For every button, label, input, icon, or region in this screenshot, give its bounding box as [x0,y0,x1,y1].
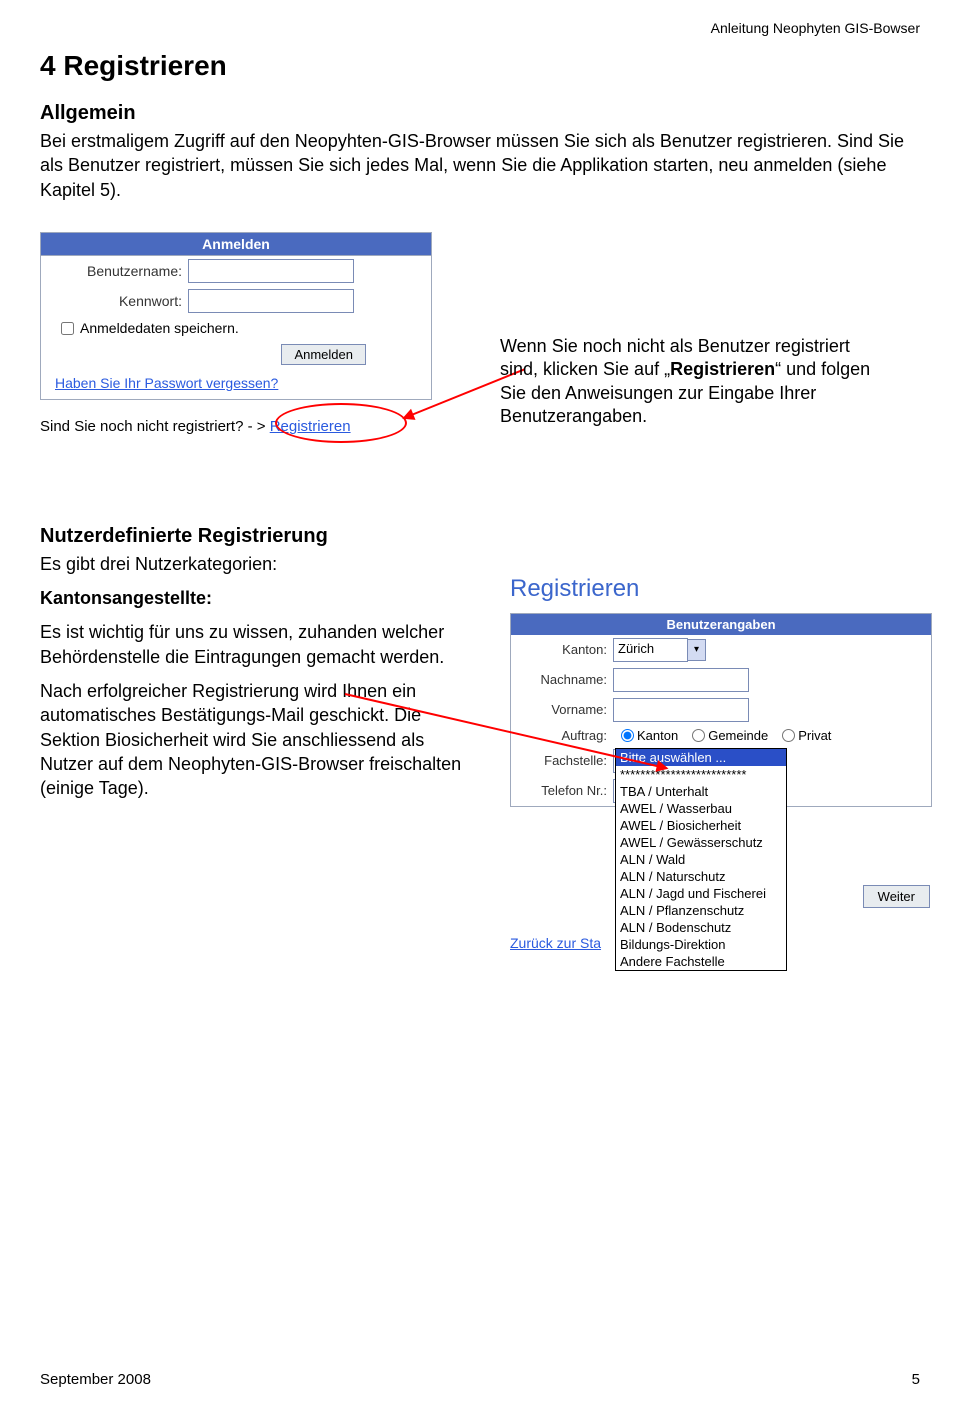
fachstelle-dropdown-open[interactable]: Bitte auswählen ... ********************… [615,748,787,971]
footer-right: 5 [912,1371,920,1388]
register-form-head: Benutzerangaben [511,614,931,635]
not-registered-label: Sind Sie noch nicht registriert? - > [40,418,266,435]
dropdown-option[interactable]: ALN / Pflanzenschutz [616,902,786,919]
dropdown-option[interactable]: ALN / Jagd und Fischerei [616,885,786,902]
username-input[interactable] [188,259,354,283]
kanton-category-title: Kantonsangestellte: [40,588,212,608]
dropdown-option[interactable]: AWEL / Wasserbau [616,800,786,817]
fachstelle-label: Fachstelle: [517,753,613,768]
auftrag-gemeinde-label: Gemeinde [708,728,768,743]
kanton-label: Kanton: [517,642,613,657]
password-label: Kennwort: [47,293,188,309]
page-title: 4 Registrieren [40,50,920,82]
hint-bold: Registrieren [670,359,775,379]
dropdown-option[interactable]: ************************* [616,766,786,783]
not-registered-text: Sind Sie noch nicht registriert? - > Reg… [40,418,450,435]
vorname-label: Vorname: [517,702,613,717]
weiter-button[interactable]: Weiter [863,885,930,908]
dropdown-option[interactable]: AWEL / Biosicherheit [616,817,786,834]
register-panel-title: Registrieren [510,575,930,603]
register-link[interactable]: Registrieren [270,418,351,435]
auftrag-kanton-label: Kanton [637,728,678,743]
dropdown-option[interactable]: ALN / Bodenschutz [616,919,786,936]
auftrag-privat-radio[interactable] [782,729,795,742]
nachname-label: Nachname: [517,672,613,687]
dropdown-option[interactable]: TBA / Unterhalt [616,783,786,800]
auftrag-kanton-radio[interactable] [621,729,634,742]
telefon-label: Telefon Nr.: [517,783,613,798]
doc-header: Anleitung Neophyten GIS-Bowser [711,20,920,36]
kanton-select[interactable]: Zürich [613,638,688,662]
back-link[interactable]: Zurück zur Sta [510,935,601,951]
footer-left: September 2008 [40,1371,151,1388]
remember-checkbox[interactable] [61,322,74,335]
username-label: Benutzername: [47,263,188,279]
auftrag-gemeinde-radio[interactable] [692,729,705,742]
login-panel: Anmelden Benutzername: Kennwort: Anmelde… [40,232,432,400]
dropdown-option[interactable]: Bildungs-Direktion [616,936,786,953]
allgemein-heading: Allgemein [40,102,920,125]
remember-label: Anmeldedaten speichern. [80,320,239,336]
forgot-password-link[interactable]: Haben Sie Ihr Passwort vergessen? [41,371,431,399]
dropdown-option[interactable]: Andere Fachstelle [616,953,786,970]
login-panel-title: Anmelden [41,233,431,256]
nutzerdef-heading: Nutzerdefinierte Registrierung [40,525,480,548]
auftrag-privat-label: Privat [798,728,831,743]
hint-text: Wenn Sie noch nicht als Benutzer registr… [500,335,880,429]
login-button[interactable]: Anmelden [281,344,366,365]
dropdown-option[interactable]: ALN / Naturschutz [616,868,786,885]
nachname-input[interactable] [613,668,749,692]
dropdown-option[interactable]: ALN / Wald [616,851,786,868]
dropdown-option[interactable]: AWEL / Gewässerschutz [616,834,786,851]
chevron-down-icon[interactable]: ▾ [687,639,706,661]
vorname-input[interactable] [613,698,749,722]
allgemein-text: Bei erstmaligem Zugriff auf den Neopyhte… [40,129,920,202]
kanton-category-p2: Nach erfolgreicher Registrierung wird Ih… [40,679,480,800]
kanton-category-p1: Es ist wichtig für uns zu wissen, zuhand… [40,620,480,669]
nutzerdef-intro: Es gibt drei Nutzerkategorien: [40,552,480,576]
password-input[interactable] [188,289,354,313]
